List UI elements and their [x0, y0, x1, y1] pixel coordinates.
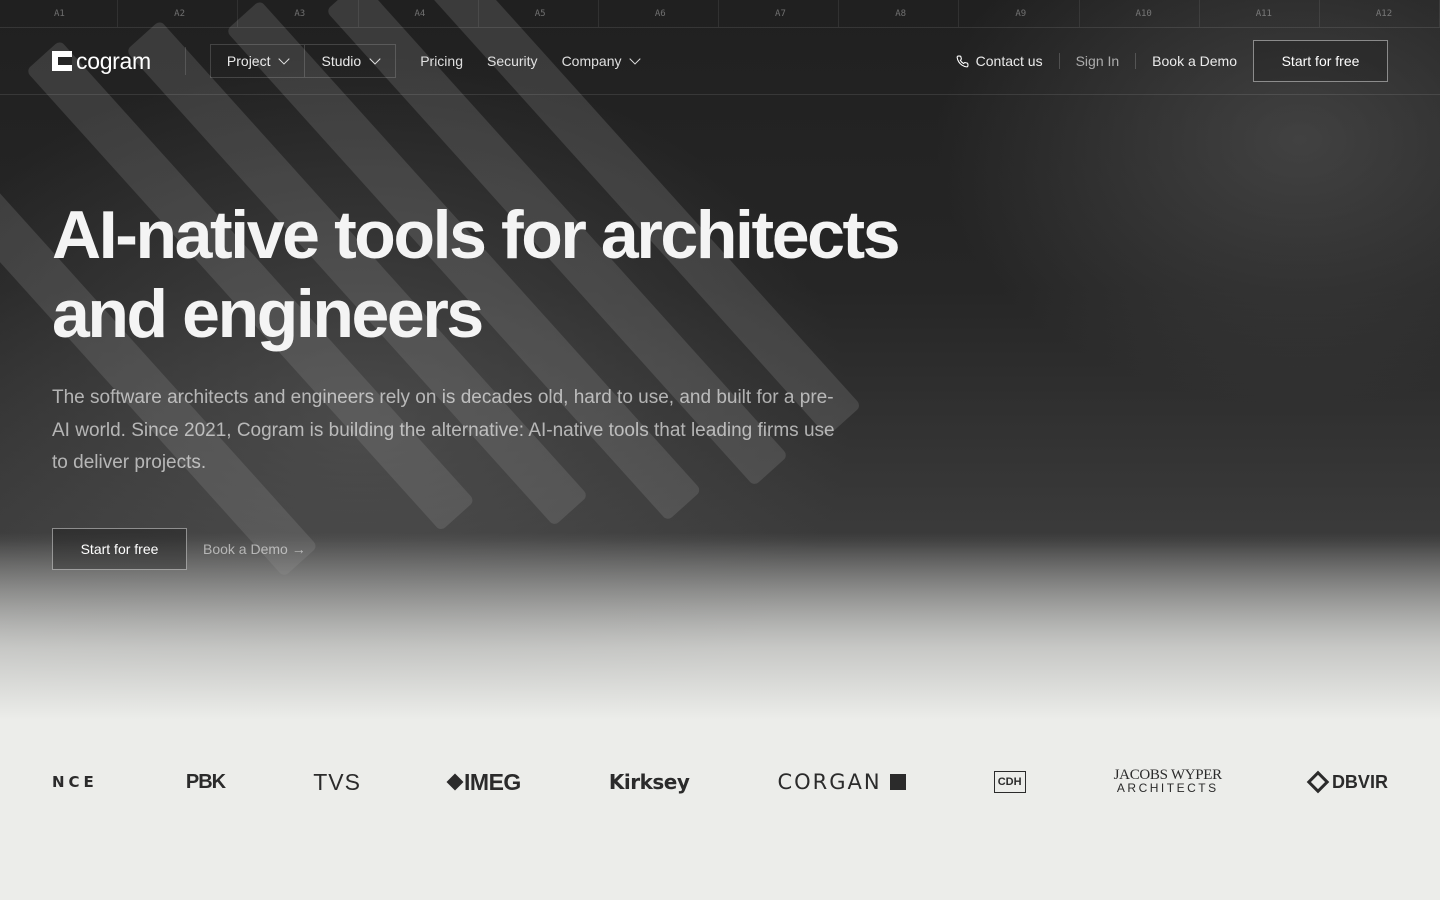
- customer-logo-tvs: TVS: [313, 768, 361, 795]
- nav-divider: [1058, 53, 1060, 69]
- customer-logo-imeg-text: IMEG: [464, 768, 521, 795]
- ruler-cell: A3: [238, 0, 359, 27]
- grid-ruler: A1 A2 A3 A4 A5 A6 A7 A8 A9 A10 A11 A12: [0, 0, 1440, 28]
- customer-logo-dbvir: DBVIR: [1306, 770, 1388, 794]
- ruler-cell: A7: [719, 0, 840, 27]
- diamond-outline-icon: [1306, 770, 1330, 794]
- nav-divider: [1135, 53, 1137, 69]
- hero-headline: AI-native tools for architects and engin…: [52, 196, 952, 354]
- hero-subheadline: The software architects and engineers re…: [52, 387, 835, 473]
- customer-logo-corgan-text: CORGAN: [777, 770, 882, 794]
- hero-section: A1 A2 A3 A4 A5 A6 A7 A8 A9 A10 A11 A12 c…: [0, 0, 1440, 720]
- pricing-link[interactable]: Pricing: [420, 53, 463, 69]
- chevron-down-icon: [629, 53, 642, 65]
- hero-headline-line-1: AI-native tools for architects: [52, 197, 901, 273]
- hero-book-demo-link[interactable]: Book a Demo →: [203, 541, 306, 557]
- product-dropdown-group: Project Studio: [209, 44, 397, 78]
- hero-headline-line-2: and engineers: [52, 276, 484, 352]
- top-nav: cogram Project Studio Pricing Security C…: [0, 28, 1440, 95]
- contact-link[interactable]: Contact us: [956, 53, 1043, 69]
- ruler-cell: A4: [359, 0, 479, 27]
- customer-logo-strip: NCE PBK TVS IMEG Kirksey CORGAN CDH JACO…: [52, 760, 1388, 804]
- customer-logo-jacobs-wyper: JACOBS WYPER ARCHITECTS: [1114, 768, 1223, 795]
- hero-background-image: [0, 0, 940, 680]
- sign-in-link[interactable]: Sign In: [1076, 53, 1120, 69]
- customer-logo-imeg: IMEG: [446, 768, 521, 796]
- project-menu-label: Project: [226, 53, 271, 69]
- nav-links: Pricing Security Company: [420, 53, 642, 69]
- customer-logo-dbvir-text: DBVIR: [1331, 771, 1388, 792]
- ruler-cell: A11: [1200, 0, 1320, 27]
- cogram-logo[interactable]: cogram: [52, 48, 151, 75]
- diamond-icon: [446, 773, 464, 791]
- chevron-down-icon: [369, 53, 381, 65]
- book-demo-link[interactable]: Book a Demo: [1152, 53, 1237, 69]
- ruler-cell: A6: [599, 0, 720, 27]
- customer-logo-pbk: PBK: [185, 770, 226, 793]
- project-menu-button[interactable]: Project: [211, 45, 306, 77]
- company-menu-button[interactable]: Company: [561, 53, 642, 69]
- studio-menu-button[interactable]: Studio: [305, 45, 395, 77]
- ruler-cell: A5: [479, 0, 599, 27]
- customer-logo-cdh: CDH: [993, 771, 1026, 793]
- logo-wordmark: cogram: [76, 47, 151, 74]
- nav-divider: [184, 47, 186, 75]
- ruler-cell: A10: [1080, 0, 1200, 27]
- ruler-cell: A1: [0, 0, 119, 27]
- security-link[interactable]: Security: [487, 53, 538, 69]
- studio-menu-label: Studio: [321, 53, 362, 69]
- company-menu-label: Company: [561, 53, 622, 69]
- customer-logo-nce: NCE: [52, 773, 98, 791]
- phone-icon: [956, 55, 969, 67]
- chevron-down-icon: [278, 53, 291, 65]
- square-icon: [889, 774, 906, 790]
- customer-logo-kirksey: Kirksey: [608, 770, 690, 794]
- nav-actions: Contact us Sign In Book a Demo Start for…: [956, 40, 1388, 82]
- start-for-free-button[interactable]: Start for free: [1253, 40, 1388, 82]
- customer-logo-jacobs-wyper-line-2: ARCHITECTS: [1116, 781, 1219, 795]
- ruler-cell: A12: [1320, 0, 1440, 27]
- hero-cta-row: Start for free Book a Demo →: [52, 528, 306, 570]
- customer-logo-corgan: CORGAN: [777, 770, 906, 794]
- cogram-logo-icon: [52, 51, 72, 71]
- ruler-cell: A8: [839, 0, 960, 27]
- ruler-cell: A9: [959, 0, 1080, 27]
- hero-start-for-free-button[interactable]: Start for free: [52, 528, 187, 570]
- contact-label: Contact us: [975, 53, 1043, 69]
- ruler-cell: A2: [118, 0, 239, 27]
